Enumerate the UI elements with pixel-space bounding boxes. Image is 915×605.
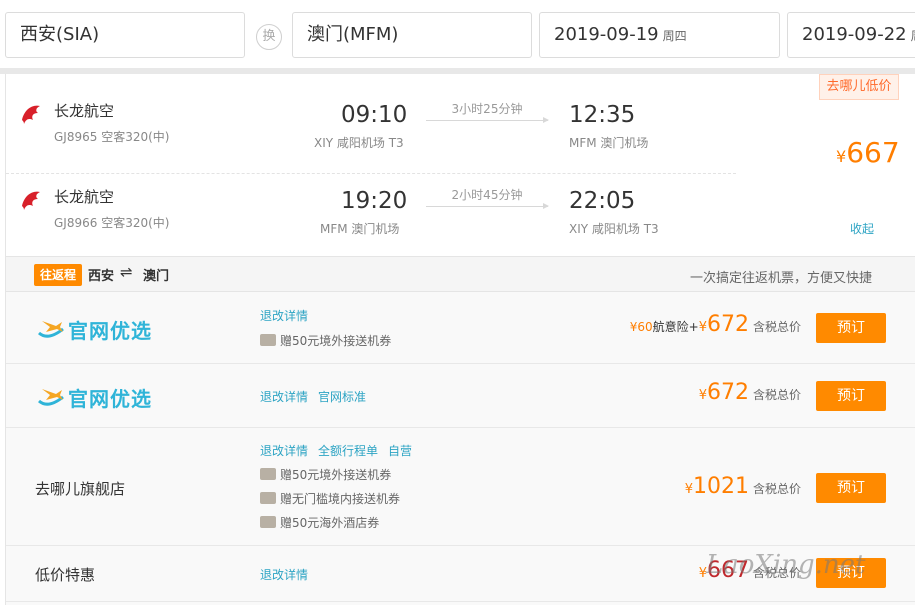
currency-symbol: ¥ bbox=[698, 388, 707, 403]
gift-item: 赠50元境外接送机券 bbox=[260, 466, 391, 483]
gift-text: 赠50元海外酒店券 bbox=[280, 516, 380, 530]
refund-details-link[interactable]: 退改详情 bbox=[260, 309, 308, 323]
return-leg[interactable]: 长龙航空 GJ8966 空客320(中) 19:20 MFM 澳门机场 2小时4… bbox=[6, 174, 736, 260]
book-button[interactable]: 预订 bbox=[816, 473, 886, 503]
flight-duration: 2小时45分钟 bbox=[451, 188, 523, 202]
roundtrip-from: 西安 bbox=[88, 269, 115, 284]
airline-name: 长龙航空 bbox=[54, 102, 115, 120]
outbound-leg[interactable]: 长龙航空 GJ8965 空客320(中) 09:10 XIY 咸阳机场 T3 3… bbox=[6, 88, 736, 174]
ticket-icon bbox=[260, 468, 276, 480]
tax-label: 含税总价 bbox=[752, 388, 801, 402]
gift-text: 赠50元境外接送机券 bbox=[280, 468, 392, 482]
departure-time: 09:10 bbox=[341, 102, 408, 128]
plane-swoosh-icon bbox=[38, 321, 64, 338]
lowest-price: ¥667 bbox=[836, 136, 900, 169]
flight-number: GJ8966 空客320(中) bbox=[54, 216, 170, 230]
return-weekday: 周日 bbox=[911, 29, 915, 43]
flight-result-card: 去哪儿低价 长龙航空 GJ8965 空客320(中) 09:10 XIY 咸阳机… bbox=[5, 74, 915, 605]
departure-time: 19:20 bbox=[341, 188, 408, 214]
collapse-link[interactable]: 收起 bbox=[850, 220, 874, 237]
offer-row: 去哪儿旗舰店 退改详情 全额行程单 自营 赠50元境外接送机券 赠无门槛境内接送机券… bbox=[6, 428, 915, 546]
offer-row: 官网优选 退改详情 赠50元境外接送机券 ¥60航意险+¥672 含税总价 预订 bbox=[6, 292, 915, 364]
offer-links: 退改详情 bbox=[260, 566, 318, 583]
to-city-input[interactable]: 澳门(MFM) bbox=[292, 12, 532, 58]
offer-row: 官网优选 退改详情 官网标准 ¥672 含税总价 预订 bbox=[6, 364, 915, 428]
ticket-icon bbox=[260, 492, 276, 504]
dragon-logo-icon bbox=[22, 191, 40, 210]
gift-item: 赠50元境外接送机券 bbox=[260, 332, 391, 349]
self-operated-link[interactable]: 自营 bbox=[388, 444, 412, 458]
price-value: 672 bbox=[706, 312, 749, 337]
tax-label: 含税总价 bbox=[752, 482, 801, 496]
refund-details-link[interactable]: 退改详情 bbox=[260, 568, 308, 582]
gift-item: 赠50元海外酒店券 bbox=[260, 514, 379, 531]
arrival-time: 22:05 bbox=[569, 188, 636, 214]
currency-symbol: ¥ bbox=[684, 482, 693, 497]
price-value: 1021 bbox=[692, 474, 749, 499]
ticket-icon bbox=[260, 334, 276, 346]
airline-name: 长龙航空 bbox=[54, 188, 115, 206]
insurance-label: 航意险+ bbox=[652, 320, 699, 334]
tax-label: 含税总价 bbox=[752, 320, 801, 334]
swap-cities-button[interactable]: 换 bbox=[256, 24, 282, 50]
duration-arrow bbox=[426, 203, 549, 209]
offer-price: ¥60航意险+¥672 含税总价 bbox=[630, 312, 801, 337]
gift-text: 赠无门槛境内接送机券 bbox=[280, 492, 401, 506]
arrival-airport: MFM 澳门机场 bbox=[569, 136, 649, 150]
official-standard-link[interactable]: 官网标准 bbox=[318, 390, 366, 404]
offer-price: ¥1021 含税总价 bbox=[685, 474, 801, 499]
flight-duration: 3小时25分钟 bbox=[451, 102, 523, 116]
offer-links: 退改详情 全额行程单 自营 bbox=[260, 442, 422, 459]
book-button[interactable]: 预订 bbox=[816, 313, 886, 343]
dragon-logo-icon bbox=[22, 105, 40, 124]
search-bar: 西安(SIA) 换 澳门(MFM) 2019-09-19 周四 2019-09-2… bbox=[0, 0, 915, 72]
vendor-name: 官网优选 bbox=[68, 319, 152, 343]
book-button[interactable]: 预订 bbox=[816, 381, 886, 411]
currency-symbol: ¥ bbox=[698, 320, 707, 335]
from-city-input[interactable]: 西安(SIA) bbox=[5, 12, 245, 58]
low-price-tag: 去哪儿低价 bbox=[819, 74, 899, 100]
return-date-input[interactable]: 2019-09-22 周日 bbox=[787, 12, 915, 58]
price-value: 672 bbox=[706, 380, 749, 405]
arrival-time: 12:35 bbox=[569, 102, 636, 128]
vendor-name: 官网优选 bbox=[68, 387, 152, 411]
roundtrip-slogan: 一次搞定往返机票，方便又快捷 bbox=[690, 271, 873, 286]
full-itinerary-link[interactable]: 全额行程单 bbox=[318, 444, 378, 458]
vendor-name: 去哪儿旗舰店 bbox=[35, 480, 126, 498]
to-city-value: 澳门(MFM) bbox=[307, 24, 399, 45]
gift-item: 赠无门槛境内接送机券 bbox=[260, 490, 400, 507]
offer-links: 退改详情 bbox=[260, 307, 318, 324]
insurance-price: ¥60 bbox=[629, 320, 653, 334]
currency-symbol: ¥ bbox=[836, 147, 847, 166]
arrival-airport: XIY 咸阳机场 T3 bbox=[569, 222, 659, 236]
price-value: 667 bbox=[846, 136, 900, 169]
vendor-name: 低价特惠 bbox=[35, 566, 96, 584]
refund-details-link[interactable]: 退改详情 bbox=[260, 444, 308, 458]
gift-text: 赠50元境外接送机券 bbox=[280, 334, 392, 348]
offer-price: ¥672 含税总价 bbox=[699, 380, 801, 405]
roundtrip-to: 澳门 bbox=[143, 269, 170, 284]
roundtrip-bar: 往返程 西安 ⇌ 澳门 一次搞定往返机票，方便又快捷 bbox=[6, 256, 915, 292]
plane-swoosh-icon bbox=[38, 389, 64, 406]
depart-weekday: 周四 bbox=[662, 29, 687, 43]
offer-links: 退改详情 官网标准 bbox=[260, 388, 376, 405]
roundtrip-arrow-icon: ⇌ bbox=[120, 263, 133, 281]
ticket-icon bbox=[260, 516, 276, 528]
from-city-value: 西安(SIA) bbox=[20, 24, 100, 45]
departure-airport: XIY 咸阳机场 T3 bbox=[314, 136, 404, 150]
refund-details-link[interactable]: 退改详情 bbox=[260, 390, 308, 404]
return-date-value: 2019-09-22 bbox=[802, 24, 907, 45]
depart-date-input[interactable]: 2019-09-19 周四 bbox=[539, 12, 780, 58]
duration-arrow bbox=[426, 117, 549, 123]
flight-number: GJ8965 空客320(中) bbox=[54, 130, 170, 144]
roundtrip-badge: 往返程 bbox=[34, 264, 83, 286]
watermark: LaoXing.net bbox=[706, 550, 866, 580]
departure-airport: MFM 澳门机场 bbox=[320, 222, 400, 236]
depart-date-value: 2019-09-19 bbox=[554, 24, 659, 45]
